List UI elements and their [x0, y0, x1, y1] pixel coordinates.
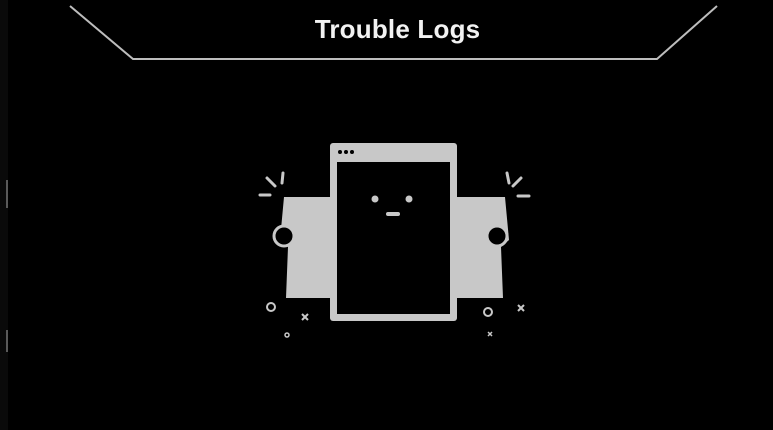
broken-window-face-icon: [258, 143, 531, 338]
page-title: Trouble Logs: [314, 14, 481, 44]
edge-marker: [6, 330, 8, 352]
trouble-logs-screen: Trouble Logs: [0, 0, 773, 430]
edge-marker: [6, 180, 8, 208]
